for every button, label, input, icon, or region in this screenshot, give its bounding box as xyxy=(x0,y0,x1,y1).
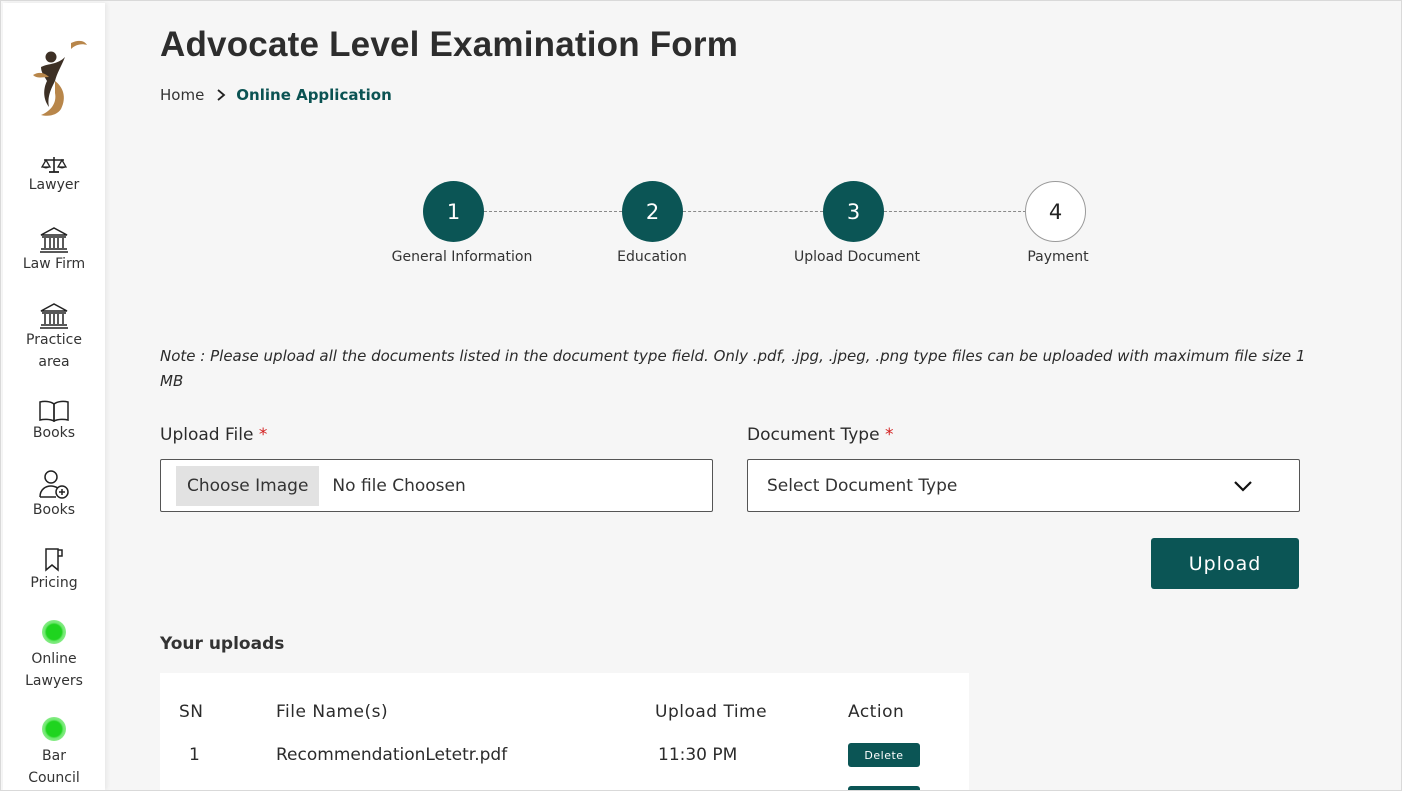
uploads-title: Your uploads xyxy=(160,634,285,654)
sidebar-item-books-add[interactable]: Books xyxy=(3,469,105,521)
step-connector xyxy=(484,211,622,212)
choose-image-button[interactable]: Choose Image xyxy=(176,465,320,506)
sidebar-item-label: Books xyxy=(32,502,76,518)
sidebar-item-label: Law Firm xyxy=(22,256,86,272)
column-header-time: Upload Time xyxy=(655,702,768,722)
sidebar-item-practice-area[interactable]: Practice area xyxy=(3,303,105,373)
chevron-down-icon xyxy=(1234,481,1252,492)
note-text: : Please upload all the documents listed… xyxy=(160,347,1306,390)
page-title: Advocate Level Examination Form xyxy=(160,25,739,64)
row-file-name: RecommendationLetetr.pdf xyxy=(276,745,508,765)
sidebar-item-law-firm[interactable]: Law Firm xyxy=(3,227,105,275)
chevron-right-icon xyxy=(217,89,226,101)
app-frame: Lawyer Law Firm Practice area Books Book… xyxy=(0,0,1402,791)
delete-button[interactable] xyxy=(848,786,920,790)
sidebar-item-label: Books xyxy=(32,425,76,441)
sidebar-item-online-lawyers[interactable]: Online Lawyers xyxy=(3,620,105,692)
sidebar-item-lawyer[interactable]: Lawyer xyxy=(3,156,105,196)
delete-button[interactable]: Delete xyxy=(848,743,920,767)
upload-file-label-text: Upload File xyxy=(160,425,254,445)
upload-button[interactable]: Upload xyxy=(1151,538,1299,589)
breadcrumb: Home Online Application xyxy=(160,86,392,104)
row-upload-time: 11:30 PM xyxy=(658,745,738,765)
required-mark: * xyxy=(258,425,268,445)
column-header-file: File Name(s) xyxy=(276,702,389,722)
breadcrumb-current: Online Application xyxy=(236,86,392,104)
step-label: General Information xyxy=(391,249,533,265)
building-icon xyxy=(40,227,68,253)
online-dot-icon xyxy=(42,620,66,644)
file-status: No file Choosen xyxy=(332,475,466,496)
required-mark: * xyxy=(884,425,894,445)
file-input[interactable]: Choose Image No file Choosen xyxy=(160,459,713,512)
step-4[interactable]: 4 xyxy=(1025,181,1086,242)
book-icon xyxy=(39,400,69,422)
step-1[interactable]: 1 xyxy=(423,181,484,242)
sidebar-item-label: Bar Council xyxy=(28,748,80,786)
sidebar-item-label: Online Lawyers xyxy=(25,651,83,689)
document-type-value: Select Document Type xyxy=(767,475,958,496)
step-connector xyxy=(884,211,1026,212)
note-prefix: Note xyxy=(160,347,196,365)
logo xyxy=(33,40,87,116)
row-sn: 1 xyxy=(189,745,200,765)
sidebar: Lawyer Law Firm Practice area Books Book… xyxy=(3,3,105,790)
bookmark-icon xyxy=(45,548,63,572)
sidebar-item-label: Pricing xyxy=(30,575,78,591)
step-label: Upload Document xyxy=(793,249,921,265)
breadcrumb-home[interactable]: Home xyxy=(160,86,204,104)
document-type-select[interactable]: Select Document Type xyxy=(747,459,1300,512)
uploads-table: SN File Name(s) Upload Time Action 1 Rec… xyxy=(160,673,969,790)
step-3[interactable]: 3 xyxy=(823,181,884,242)
online-dot-icon xyxy=(42,717,66,741)
scales-icon xyxy=(41,157,67,173)
add-user-icon xyxy=(39,470,69,499)
sidebar-item-label: Practice area xyxy=(26,332,82,370)
sidebar-item-books[interactable]: Books xyxy=(3,400,105,444)
column-header-action: Action xyxy=(848,702,905,722)
step-label: Payment xyxy=(1027,249,1089,265)
upload-file-label: Upload File * xyxy=(160,425,267,445)
sidebar-item-pricing[interactable]: Pricing xyxy=(3,548,105,594)
step-label: Education xyxy=(617,249,687,265)
upload-note: Note : Please upload all the documents l… xyxy=(160,344,1310,394)
document-type-label-text: Document Type xyxy=(747,425,880,445)
step-2[interactable]: 2 xyxy=(622,181,683,242)
column-header-sn: SN xyxy=(179,702,204,722)
sidebar-item-label: Lawyer xyxy=(28,177,80,193)
stepper: 1 General Information 2 Education 3 Uplo… xyxy=(381,179,1101,279)
document-type-label: Document Type * xyxy=(747,425,893,445)
sidebar-item-bar-council[interactable]: Bar Council xyxy=(3,717,105,789)
step-connector xyxy=(683,211,823,212)
building-icon xyxy=(40,303,68,329)
